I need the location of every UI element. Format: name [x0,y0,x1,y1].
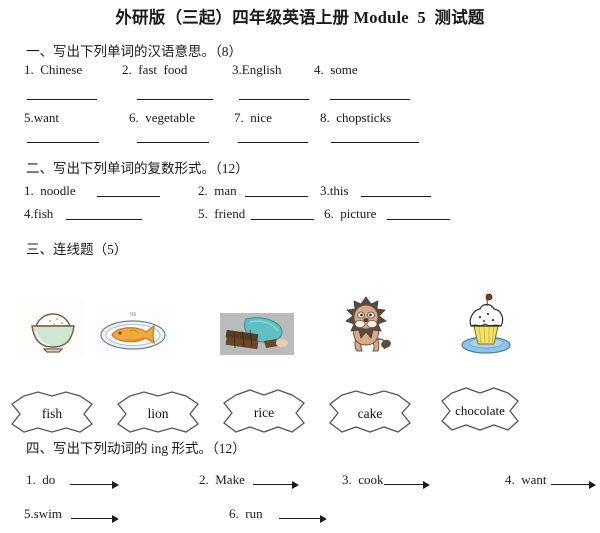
word-star-fish[interactable]: fish [6,390,98,438]
section-1-item-8: 8. chopsticks [320,110,392,125]
word-star-rice[interactable]: rice [218,388,310,438]
section-2-item-1: 1. noodle [24,183,76,198]
section-1-item-3: 3.English [232,62,282,77]
answer-blank-2-4[interactable] [66,219,142,220]
section-2-item-4: 4.fish [24,206,54,221]
section-1-heading: 一、写出下列单词的汉语意思。（8） [26,44,242,59]
chocolate-bar-image [220,313,294,355]
section-2-item-3: 3.this [320,183,349,198]
section-4-item-5: 5.swim [24,506,62,521]
arrow-icon-5 [71,514,121,523]
word-star-cake-label: cake [357,405,383,421]
lion-image [332,293,398,357]
cupcake-image [458,292,514,356]
arrow-icon-1 [70,480,120,489]
rice-bowl-image [22,300,84,356]
word-star-chocolate[interactable]: chocolate [436,385,524,437]
arrow-icon-2 [253,480,301,489]
worksheet-page: 外研版（三起）四年级英语上册 Module 5 测试题 一、写出下列单词的汉语意… [0,0,600,533]
section-1-item-1: 1. Chinese [24,62,83,77]
answer-blank-2-6[interactable] [387,219,450,220]
answer-blank-1-4[interactable] [330,99,410,100]
answer-blank-1-2[interactable] [137,99,213,100]
word-star-fish-label: fish [41,406,63,421]
section-4-item-2: 2. Make [199,472,245,487]
svg-text:ss: ss [130,309,136,318]
arrow-icon-4 [551,480,598,489]
answer-blank-2-1[interactable] [97,196,160,197]
section-2-item-2: 2. man [198,183,237,198]
answer-blank-2-3[interactable] [361,196,431,197]
section-4-heading: 四、写出下列动词的 ing 形式。（12） [26,441,246,456]
arrow-icon-6 [279,514,329,523]
word-star-chocolate-label: chocolate [455,403,505,418]
word-star-lion[interactable]: lion [112,390,204,438]
section-1-item-7: 7. nice [234,110,272,125]
section-2-item-6: 6. picture [324,206,377,221]
section-3-heading: 三、连线题（5） [26,242,128,257]
section-1-item-6: 6. vegetable [129,110,196,125]
answer-blank-1-5[interactable] [27,142,99,143]
section-4-item-6: 6. run [229,506,263,521]
answer-blank-2-5[interactable] [251,219,314,220]
page-title: 外研版（三起）四年级英语上册 Module 5 测试题 [115,8,485,27]
section-1-item-4: 4. some [314,62,358,77]
word-star-rice-label: rice [253,405,275,420]
answer-blank-1-1[interactable] [27,99,97,100]
word-star-cake[interactable]: cake [324,389,416,438]
word-star-lion-label: lion [147,406,169,421]
section-2-heading: 二、写出下列单词的复数形式。（12） [26,161,249,176]
section-4-item-3: 3. cook [342,472,384,487]
section-1-item-2: 2. fast food [122,62,188,77]
section-4-item-1: 1. do [26,472,56,487]
answer-blank-1-3[interactable] [239,99,309,100]
fish-plate-image: ss [96,305,170,355]
answer-blank-2-2[interactable] [245,196,308,197]
section-2-item-5: 5. friend [198,206,246,221]
section-1-item-5: 5.want [24,110,60,125]
section-4-item-4: 4. want [505,472,547,487]
arrow-icon-3 [384,480,432,489]
answer-blank-1-7[interactable] [238,142,308,143]
answer-blank-1-6[interactable] [137,142,209,143]
answer-blank-1-8[interactable] [331,142,419,143]
